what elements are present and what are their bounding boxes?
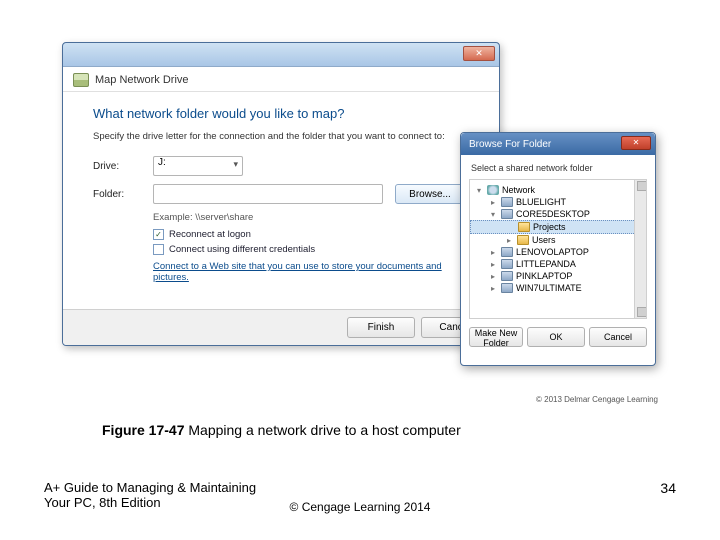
diff-creds-label: Connect using different credentials <box>169 244 315 255</box>
tree-bluelight[interactable]: ▸ BLUELIGHT <box>470 196 646 208</box>
scrollbar[interactable] <box>634 180 646 318</box>
expand-icon[interactable]: ▸ <box>488 248 498 257</box>
tree-core5[interactable]: ▾ CORE5DESKTOP <box>470 208 646 220</box>
instruction-text: Specify the drive letter for the connect… <box>93 131 479 142</box>
browse-titlebar[interactable]: Browse For Folder ✕ <box>461 133 655 155</box>
expand-icon[interactable]: ▸ <box>488 260 498 269</box>
folder-tree[interactable]: ▾ Network ▸ BLUELIGHT ▾ CORE5DESKTOP Pro… <box>469 179 647 319</box>
caption-number: Figure 17-47 <box>102 422 184 438</box>
diff-creds-checkbox[interactable] <box>153 244 164 255</box>
tree-users[interactable]: ▸ Users <box>470 234 646 246</box>
footer-copyright: © Cengage Learning 2014 <box>290 500 431 514</box>
network-icon <box>487 185 499 195</box>
titlebar[interactable]: ✕ <box>63 43 499 67</box>
network-drive-icon <box>73 73 89 87</box>
drive-select[interactable]: J: <box>153 156 243 176</box>
finish-button[interactable]: Finish <box>347 317 415 338</box>
ok-button[interactable]: OK <box>527 327 585 347</box>
expand-icon[interactable]: ▸ <box>504 236 514 245</box>
window-title: Map Network Drive <box>95 74 189 86</box>
footer-line2: Your PC, 8th Edition <box>44 495 256 510</box>
computer-icon <box>501 259 513 269</box>
heading-question: What network folder would you like to ma… <box>93 106 479 121</box>
tree-network[interactable]: ▾ Network <box>470 184 646 196</box>
computer-icon <box>501 283 513 293</box>
tree-label: PINKLAPTOP <box>516 271 572 281</box>
computer-icon <box>501 271 513 281</box>
window-header: Map Network Drive <box>63 67 499 92</box>
collapse-icon[interactable]: ▾ <box>488 210 498 219</box>
folder-row: Folder: Browse... <box>93 184 479 204</box>
folder-input[interactable] <box>153 184 383 204</box>
tree-label: WIN7ULTIMATE <box>516 283 582 293</box>
map-network-drive-window: ✕ Map Network Drive What network folder … <box>62 42 500 346</box>
connect-website-link[interactable]: Connect to a Web site that you can use t… <box>153 261 479 283</box>
computer-icon <box>501 197 513 207</box>
reconnect-checkbox[interactable]: ✓ <box>153 229 164 240</box>
tree-littlepanda[interactable]: ▸ LITTLEPANDA <box>470 258 646 270</box>
tree-label: LENOVOLAPTOP <box>516 247 589 257</box>
computer-icon <box>501 247 513 257</box>
reconnect-label: Reconnect at logon <box>169 229 251 240</box>
footer-bar: Finish Cancel <box>63 309 499 345</box>
tree-label: BLUELIGHT <box>516 197 566 207</box>
browse-for-folder-dialog: Browse For Folder ✕ Select a shared netw… <box>460 132 656 366</box>
expand-icon[interactable]: ▸ <box>488 284 498 293</box>
folder-icon <box>518 222 530 232</box>
tree-pinklaptop[interactable]: ▸ PINKLAPTOP <box>470 270 646 282</box>
close-icon[interactable]: ✕ <box>463 46 495 61</box>
computer-icon <box>501 209 513 219</box>
tree-win7ultimate[interactable]: ▸ WIN7ULTIMATE <box>470 282 646 294</box>
browse-title: Browse For Folder <box>469 139 551 150</box>
tree-label: Users <box>532 235 556 245</box>
diff-creds-row[interactable]: Connect using different credentials <box>153 244 479 255</box>
page-number: 34 <box>660 480 676 496</box>
footer-line1: A+ Guide to Managing & Maintaining <box>44 480 256 495</box>
example-text: Example: \\server\share <box>153 212 479 223</box>
browse-subtitle: Select a shared network folder <box>461 155 655 179</box>
tree-label: Network <box>502 185 535 195</box>
tree-label: LITTLEPANDA <box>516 259 576 269</box>
reconnect-row[interactable]: ✓ Reconnect at logon <box>153 229 479 240</box>
tree-label: CORE5DESKTOP <box>516 209 590 219</box>
tree-label: Projects <box>533 222 566 232</box>
expand-icon[interactable]: ▸ <box>488 198 498 207</box>
image-credit: © 2013 Delmar Cengage Learning <box>536 395 658 404</box>
folder-icon <box>517 235 529 245</box>
tree-lenovo[interactable]: ▸ LENOVOLAPTOP <box>470 246 646 258</box>
drive-row: Drive: J: <box>93 156 479 176</box>
browse-cancel-button[interactable]: Cancel <box>589 327 647 347</box>
expand-icon[interactable]: ▸ <box>488 272 498 281</box>
make-new-folder-button[interactable]: Make New Folder <box>469 327 523 347</box>
drive-label: Drive: <box>93 161 141 172</box>
tree-projects[interactable]: Projects <box>470 220 646 234</box>
collapse-icon[interactable]: ▾ <box>474 186 484 195</box>
folder-label: Folder: <box>93 189 141 200</box>
browse-button[interactable]: Browse... <box>395 184 465 204</box>
browse-footer: Make New Folder OK Cancel <box>461 319 655 347</box>
footer-left: A+ Guide to Managing & Maintaining Your … <box>44 480 256 510</box>
caption-text: Mapping a network drive to a host comput… <box>184 422 460 438</box>
figure-caption: Figure 17-47 Mapping a network drive to … <box>102 422 461 438</box>
browse-close-icon[interactable]: ✕ <box>621 136 651 150</box>
